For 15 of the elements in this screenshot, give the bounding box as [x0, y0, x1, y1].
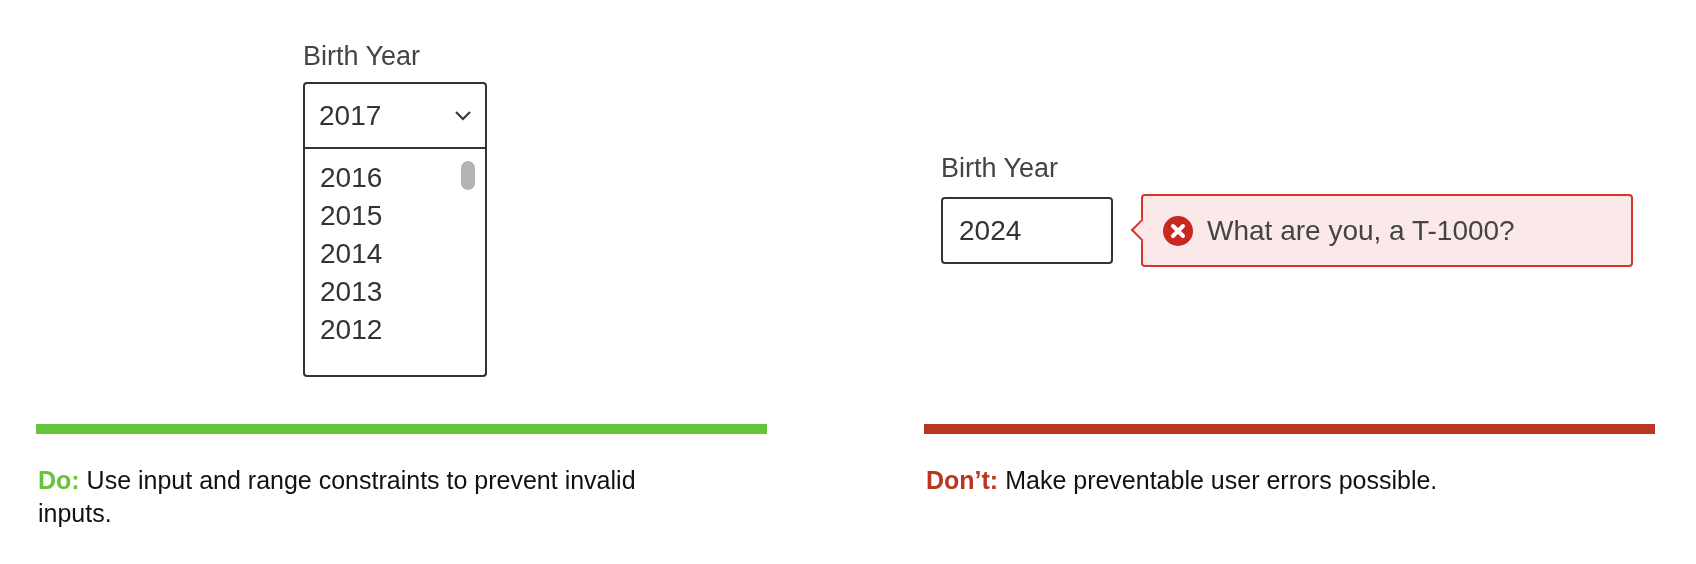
field-label: Birth Year: [941, 152, 1060, 185]
year-input[interactable]: 2024: [941, 197, 1113, 265]
field-label: Birth Year: [303, 40, 422, 73]
year-dropdown[interactable]: 2017: [303, 82, 487, 150]
dropdown-option[interactable]: 2012: [320, 311, 485, 350]
caption: Don’t: Make preventable user errors possible.: [925, 465, 1439, 496]
error-message: What are you, a T-1000?: [1207, 213, 1515, 248]
dropdown-option[interactable]: 2014: [320, 235, 485, 274]
dropdown-option[interactable]: 2015: [320, 197, 485, 236]
scrollbar-thumb[interactable]: [461, 161, 475, 191]
dropdown-option[interactable]: 2013: [320, 273, 485, 312]
error-icon: [1163, 215, 1193, 246]
dropdown-option[interactable]: 2016: [320, 159, 485, 198]
chevron-down-icon: [455, 110, 471, 121]
caption: Do: Use input and range constraints to prevent invalid inputs.: [37, 465, 637, 529]
